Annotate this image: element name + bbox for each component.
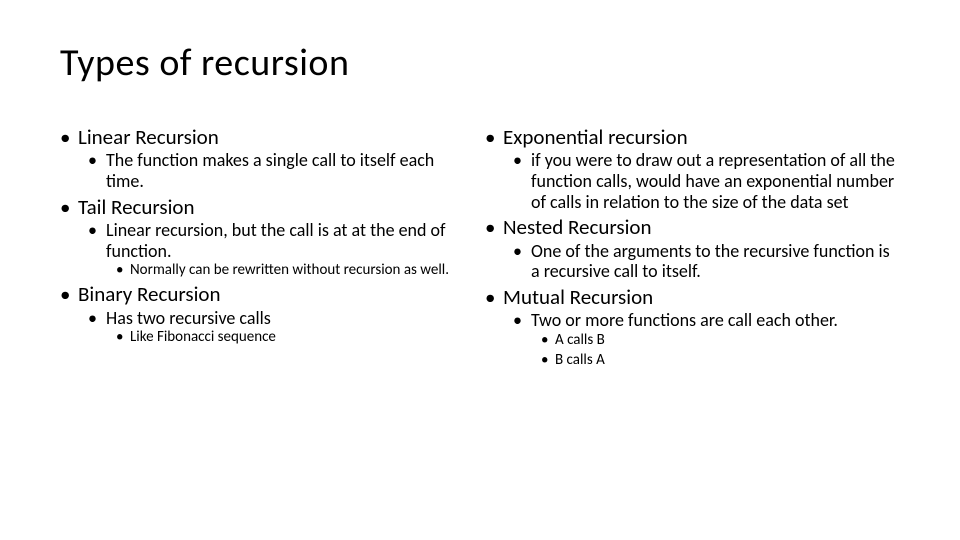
item-label: Nested Recursion xyxy=(503,214,652,240)
list-item: Binary Recursion Has two recursive calls… xyxy=(60,281,475,346)
list-item: Linear recursion, but the call is at at … xyxy=(88,220,475,279)
item-label: if you were to draw out a representation… xyxy=(531,149,895,212)
item-label: Normally can be rewritten without recurs… xyxy=(130,261,449,279)
content-columns: Linear Recursion The function makes a si… xyxy=(60,124,900,371)
slide-title: Types of recursion xyxy=(60,40,900,86)
list-item: Linear Recursion The function makes a si… xyxy=(60,124,475,192)
item-label: Binary Recursion xyxy=(78,281,221,307)
list-item: Two or more functions are call each othe… xyxy=(513,310,900,369)
list-item: One of the arguments to the recursive fu… xyxy=(513,241,900,282)
left-list: Linear Recursion The function makes a si… xyxy=(60,124,475,346)
slide-root: Types of recursion Linear Recursion The … xyxy=(0,0,960,540)
list-item: if you were to draw out a representation… xyxy=(513,150,900,212)
item-label: Mutual Recursion xyxy=(503,284,653,310)
left-column: Linear Recursion The function makes a si… xyxy=(60,124,475,371)
list-item: The function makes a single call to itse… xyxy=(88,150,475,191)
list-item: B calls A xyxy=(541,351,900,369)
item-label: Linear recursion, but the call is at at … xyxy=(106,219,446,262)
item-label: Linear Recursion xyxy=(78,124,219,150)
item-label: B calls A xyxy=(555,351,605,369)
list-item: Has two recursive calls Like Fibonacci s… xyxy=(88,308,475,347)
right-column: Exponential recursion if you were to dra… xyxy=(485,124,900,371)
item-label: Two or more functions are call each othe… xyxy=(531,309,838,331)
list-item: Like Fibonacci sequence xyxy=(116,328,475,346)
list-item: Exponential recursion if you were to dra… xyxy=(485,124,900,212)
right-list: Exponential recursion if you were to dra… xyxy=(485,124,900,369)
item-label: Exponential recursion xyxy=(503,124,688,150)
item-label: One of the arguments to the recursive fu… xyxy=(531,240,890,283)
list-item: Nested Recursion One of the arguments to… xyxy=(485,214,900,282)
item-label: The function makes a single call to itse… xyxy=(106,149,434,192)
list-item: Normally can be rewritten without recurs… xyxy=(116,261,475,279)
list-item: Mutual Recursion Two or more functions a… xyxy=(485,284,900,369)
item-label: Has two recursive calls xyxy=(106,307,271,329)
item-label: Tail Recursion xyxy=(78,194,195,220)
item-label: A calls B xyxy=(555,331,605,349)
list-item: A calls B xyxy=(541,331,900,349)
list-item: Tail Recursion Linear recursion, but the… xyxy=(60,194,475,280)
item-label: Like Fibonacci sequence xyxy=(130,328,276,346)
